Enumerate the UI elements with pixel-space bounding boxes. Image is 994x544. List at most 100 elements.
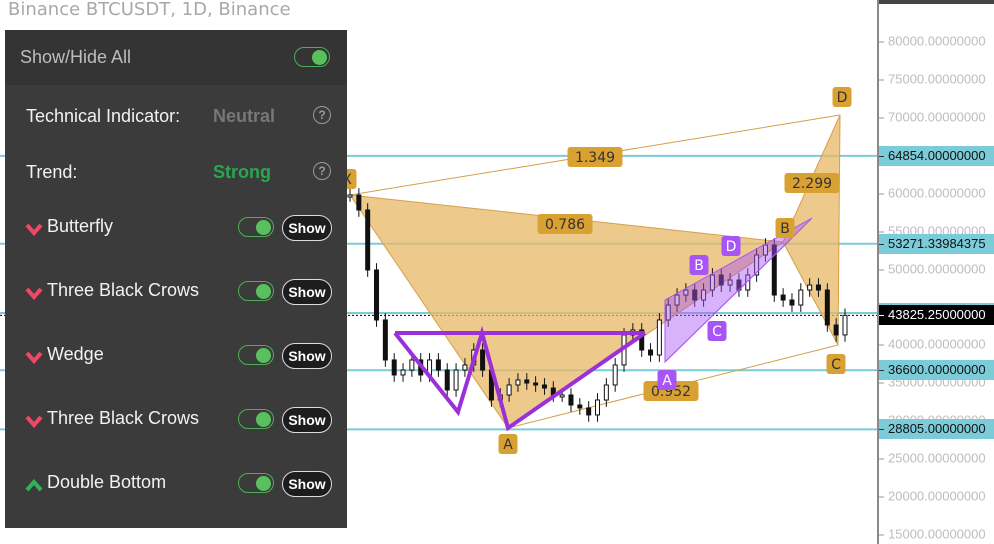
butterfly-point-D: D [837, 90, 848, 106]
axis-tick-label: 75000.00000000 [879, 71, 986, 86]
butterfly-point-A: A [503, 437, 513, 453]
candle-body [824, 289, 830, 326]
help-icon[interactable]: ? [313, 106, 331, 124]
candle-body [480, 349, 486, 371]
candle-body [347, 194, 353, 198]
candle-body [833, 324, 839, 336]
pattern-name: Wedge [47, 344, 104, 364]
pattern-toggle[interactable] [238, 473, 274, 493]
candle-body [356, 194, 362, 211]
candle-body [807, 284, 813, 291]
level-price-label: 53271.33984375 [879, 233, 994, 254]
butterfly-point-C: C [831, 357, 841, 373]
candle-body [815, 284, 821, 291]
candle-body [374, 269, 380, 321]
chevron-up-icon [25, 478, 43, 492]
pattern-row: Wedge Show [5, 338, 347, 378]
candle-body [453, 369, 459, 391]
level-price-label: 28805.00000000 [879, 419, 994, 440]
level-price-label: 36600.00000000 [879, 360, 994, 381]
candle-body [391, 359, 397, 376]
toggle-knob [312, 49, 327, 65]
candle-body [400, 369, 406, 376]
pattern-toggle[interactable] [238, 409, 274, 429]
show-pattern-button[interactable]: Show [282, 471, 332, 497]
axis-tick-label: 25000.00000000 [879, 451, 986, 466]
ratio-bd-label: 2.299 [792, 176, 832, 192]
technical-indicator-label: Technical Indicator: [26, 106, 181, 126]
chevron-down-icon [25, 415, 43, 428]
pattern-toggle[interactable] [238, 217, 274, 237]
candle-body [789, 299, 795, 306]
show-pattern-button[interactable]: Show [282, 343, 332, 369]
candle-body [524, 379, 530, 384]
trend-label: Trend: [26, 162, 78, 182]
price-axis[interactable]: 80000.00000000 75000.00000000 70000.000000… [877, 0, 994, 544]
chevron-down-icon [25, 287, 43, 300]
candle-body [365, 209, 371, 271]
wedge-point-A: A [662, 373, 672, 389]
toggle-knob [256, 411, 271, 427]
axis-tick-label: 80000.00000000 [879, 34, 986, 49]
pattern-row: Three Black Crows Show [5, 274, 347, 314]
candle-body [648, 349, 654, 356]
axis-tick-label: 20000.00000000 [879, 489, 986, 504]
wedge-point-D: D [726, 239, 737, 255]
show-pattern-button[interactable]: Show [282, 215, 332, 241]
candle-body [533, 382, 539, 386]
show-pattern-button[interactable]: Show [282, 407, 332, 433]
help-icon[interactable]: ? [313, 162, 331, 180]
candle-body [780, 294, 786, 301]
axis-tick-label: 60000.00000000 [879, 185, 986, 200]
candle-body [559, 394, 565, 398]
candle-body [515, 379, 521, 386]
axis-tick-label: 40000.00000000 [879, 337, 986, 352]
pattern-row: Three Black Crows Show [5, 402, 347, 442]
candle-body [462, 364, 468, 371]
candle-body [798, 289, 804, 306]
candle-body [603, 384, 609, 401]
candle-body [506, 384, 512, 396]
candle-body [435, 359, 441, 371]
axis-tick-label: 15000.00000000 [879, 527, 986, 542]
pattern-name: Three Black Crows [47, 408, 200, 428]
show-hide-all-toggle[interactable] [294, 47, 330, 67]
ratio-xb-label: 0.786 [545, 217, 585, 233]
toggle-knob [256, 347, 271, 363]
toggle-knob [256, 219, 271, 235]
candle-body [656, 319, 662, 356]
chart-title: Binance BTCUSDT, 1D, Binance [8, 0, 291, 20]
axis-tick-label: 70000.00000000 [879, 109, 986, 124]
level-price-label: 64854.00000000 [879, 145, 994, 166]
trend-row: Trend: Strong ? [5, 154, 347, 194]
trend-value: Strong [213, 162, 271, 182]
pattern-panel: Show/Hide All Technical Indicator: Neutr… [5, 30, 347, 528]
show-pattern-button[interactable]: Show [282, 279, 332, 305]
axis-top-bar [879, 0, 994, 4]
chevron-down-icon [25, 223, 43, 236]
candle-body [612, 364, 618, 386]
toggle-knob [256, 475, 271, 491]
pattern-name: Butterfly [47, 216, 114, 236]
wedge-point-C: C [712, 324, 722, 340]
candle-body [382, 319, 388, 361]
wedge-point-B: B [694, 258, 704, 274]
candle-body [444, 369, 450, 391]
pattern-name: Three Black Crows [47, 280, 200, 300]
candle-body [577, 404, 583, 409]
pattern-toggle[interactable] [238, 345, 274, 365]
pattern-toggle[interactable] [238, 281, 274, 301]
candle-body [586, 407, 592, 416]
butterfly-point-B: B [780, 221, 790, 237]
pattern-row: Butterfly Show [5, 210, 347, 250]
show-hide-all-label: Show/Hide All [20, 47, 132, 67]
candle-body [568, 394, 574, 406]
pattern-name: Double Bottom [47, 472, 167, 492]
candle-body [595, 399, 600, 416]
axis-tick-label: 50000.00000000 [879, 261, 986, 276]
candle-body [409, 359, 415, 371]
current-price-label: 43825.25000000 [879, 305, 994, 326]
pattern-row: Double Bottom Show [5, 466, 347, 506]
ratio-xd-label: 1.349 [575, 150, 615, 166]
technical-indicator-value: Neutral [213, 106, 276, 126]
